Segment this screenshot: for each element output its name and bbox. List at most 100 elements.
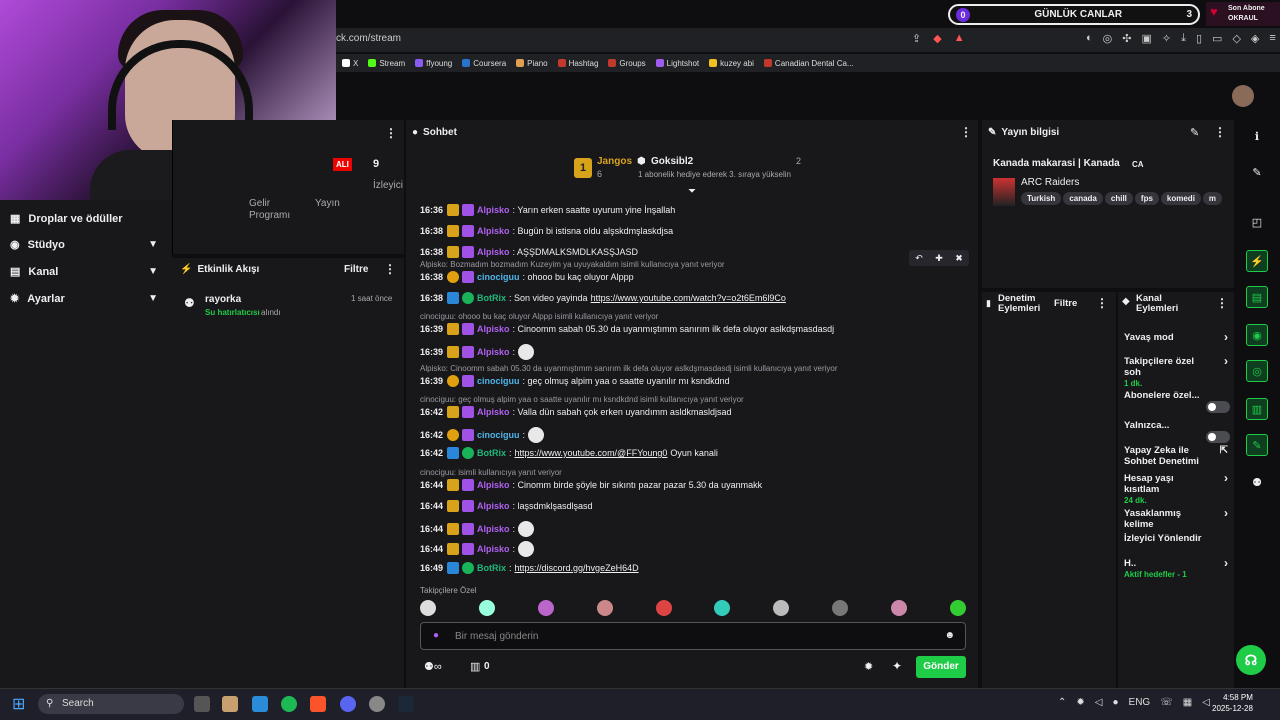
chat-message[interactable]: 16:44 Alpisko: Cinomm birde şöyle bir sık… xyxy=(420,479,762,491)
bookmark-item[interactable]: Groups xyxy=(608,59,646,68)
volume-icon[interactable]: ◁ xyxy=(1202,697,1210,708)
more-icon[interactable]: ⋮ xyxy=(385,126,397,140)
channel-action-item[interactable]: Hesap yaşı kısıtlam 24 dk. › xyxy=(1124,472,1228,506)
more-icon[interactable]: ⋮ xyxy=(384,262,396,276)
chevron-up-icon[interactable]: ⌃ xyxy=(1058,697,1066,708)
emote[interactable] xyxy=(478,600,495,616)
message-link[interactable]: https://discord.gg/hvgeZeH64D xyxy=(515,563,639,573)
url-text[interactable]: ck.com/stream xyxy=(336,33,401,44)
obs-icon[interactable] xyxy=(369,696,385,712)
chat-message[interactable]: 16:39 Alpisko: xyxy=(420,344,535,360)
broadcast-icon[interactable]: ◎ xyxy=(1246,360,1268,382)
avatar[interactable] xyxy=(1232,85,1254,107)
emote[interactable] xyxy=(518,541,535,557)
bookmark-item[interactable]: Hashtag xyxy=(557,59,598,68)
message-username[interactable]: Alpisko xyxy=(477,247,510,257)
channel-action-item[interactable]: Takipçilere özel soh 1 dk. › xyxy=(1124,355,1228,389)
collapse-icon[interactable]: ⏷ xyxy=(688,186,696,197)
help-button[interactable]: ☊ xyxy=(1236,645,1266,675)
speaker-icon[interactable]: ◁ xyxy=(1095,697,1103,708)
message-username[interactable]: cinociguu xyxy=(477,272,520,282)
emote[interactable] xyxy=(655,600,672,616)
nav-drops[interactable]: ▦ Droplar ve ödüller xyxy=(10,212,162,226)
message-username[interactable]: Alpisko xyxy=(477,205,510,215)
bookmark-item[interactable]: Canadian Dental Ca... xyxy=(763,59,854,68)
channel-action-item[interactable]: H.. Aktif hedefler - 1 › xyxy=(1124,557,1228,580)
emote[interactable] xyxy=(420,600,436,616)
activity-user[interactable]: rayorka xyxy=(205,294,241,305)
points-icon[interactable]: ⚉∞ xyxy=(424,660,442,673)
bookmark-item[interactable]: X xyxy=(342,59,358,68)
message-username[interactable]: Alpisko xyxy=(477,226,510,236)
chat-message[interactable]: 16:39 cinociguu: geç olmuş alpim yaa o sa… xyxy=(420,375,730,387)
clipboard-icon[interactable]: ▤ xyxy=(1246,286,1268,308)
channel-action-item[interactable]: Yavaş mod › xyxy=(1124,331,1228,343)
more-icon[interactable]: ⋮ xyxy=(1214,125,1226,139)
bookmark-item[interactable]: Stream xyxy=(368,59,405,68)
extension-icon[interactable]: ◐ xyxy=(1086,32,1093,45)
nav-studio[interactable]: ◉ Stüdyo ▼ xyxy=(10,238,162,252)
message-username[interactable]: Alpisko xyxy=(477,480,510,490)
sparkle-icon[interactable]: ✧ xyxy=(1162,32,1171,45)
filter-button[interactable]: Filtre xyxy=(1054,298,1077,309)
extension-icon[interactable]: ▣ xyxy=(1141,32,1151,45)
emote[interactable] xyxy=(518,344,535,360)
emote[interactable] xyxy=(596,600,613,616)
emote[interactable] xyxy=(832,600,849,616)
bookmark-item[interactable]: ffyoung xyxy=(415,59,452,68)
message-link[interactable]: https://www.youtube.com/@FFYoung0 xyxy=(515,448,668,458)
channel-action-item[interactable]: Yasaklanmış kelime › xyxy=(1124,507,1228,530)
drops-icon[interactable]: ⚉ xyxy=(1246,472,1268,494)
emote[interactable] xyxy=(528,427,545,443)
message-link[interactable]: https://www.youtube.com/watch?v=o2t6Em6l… xyxy=(591,293,786,303)
brave-icon[interactable] xyxy=(310,696,326,712)
emote[interactable] xyxy=(518,521,535,537)
chat-message[interactable]: 16:38 Alpisko: AŞŞDMALKSMDLKASŞJASD xyxy=(420,246,638,258)
store-icon[interactable]: ▥ xyxy=(470,660,480,673)
channel-action-item[interactable]: Abonelere özel... xyxy=(1124,390,1230,413)
puzzle-icon[interactable]: ✣ xyxy=(1122,32,1131,45)
nav-settings[interactable]: ✹ Ayarlar ▼ xyxy=(10,292,162,306)
chat-input[interactable]: ● Bir mesaj gönderin ☻ xyxy=(420,622,966,650)
nav-channel[interactable]: ▤ Kanal ▼ xyxy=(10,265,162,279)
rewards-icon[interactable]: ▲ xyxy=(954,32,965,45)
reply-icon[interactable]: ↶ xyxy=(915,253,923,264)
leader1-name[interactable]: Jangos xyxy=(597,156,632,167)
chat-message[interactable]: 16:44 Alpisko: laşsdmklşasdlşasd xyxy=(420,500,593,512)
chat-message[interactable]: 16:38 Alpisko: Bugün bi istisna oldu alşs… xyxy=(420,225,673,237)
chat-message[interactable]: 16:39 Alpisko: Cinoomm sabah 05.30 da uya… xyxy=(420,323,834,335)
app-icon[interactable] xyxy=(252,696,268,712)
edit-icon[interactable]: ✎ xyxy=(1190,126,1199,139)
spotify-icon[interactable] xyxy=(281,696,297,712)
emote[interactable] xyxy=(891,600,907,616)
lang-indicator[interactable]: ENG xyxy=(1129,697,1151,708)
lightning-icon[interactable]: ⚡ xyxy=(1246,250,1268,272)
gear-icon[interactable]: ✹ xyxy=(864,660,873,673)
message-username[interactable]: Alpisko xyxy=(477,501,510,511)
emote[interactable] xyxy=(949,600,966,616)
settings-tray-icon[interactable]: ✹ xyxy=(1076,697,1084,708)
bot-icon[interactable]: ✦ xyxy=(892,659,902,673)
message-username[interactable]: Alpisko xyxy=(477,407,510,417)
mic-icon[interactable]: ● xyxy=(433,630,439,641)
emote[interactable] xyxy=(537,600,554,616)
bookmark-item[interactable]: kuzey abi xyxy=(709,59,754,68)
filter-button[interactable]: Filtre xyxy=(344,264,368,275)
file-explorer-icon[interactable] xyxy=(222,696,238,712)
focus-icon[interactable]: ◰ xyxy=(1246,212,1268,234)
channel-action-item[interactable]: İzleyici Yönlendir xyxy=(1124,533,1228,544)
info-icon[interactable]: ℹ xyxy=(1246,126,1268,148)
stream-tag[interactable]: fps xyxy=(1134,192,1159,205)
stream-tag[interactable]: chill xyxy=(1104,192,1133,205)
network-icon[interactable]: ▦ xyxy=(1183,697,1192,708)
windows-start-icon[interactable]: ⊞ xyxy=(12,694,25,714)
vpn-icon[interactable]: ◇ xyxy=(1232,32,1240,45)
game-name[interactable]: ARC Raiders xyxy=(1021,177,1079,188)
menu-icon[interactable]: ≡ xyxy=(1269,32,1275,45)
mic-tray-icon[interactable]: ● xyxy=(1112,697,1118,708)
discord-icon[interactable] xyxy=(340,696,356,712)
message-username[interactable]: Alpisko xyxy=(477,347,510,357)
chat-message[interactable]: 16:44 Alpisko: xyxy=(420,541,535,557)
channel-action-item[interactable]: Yalnızca... xyxy=(1124,420,1230,443)
sidebar-icon[interactable]: ▯ xyxy=(1196,32,1202,45)
